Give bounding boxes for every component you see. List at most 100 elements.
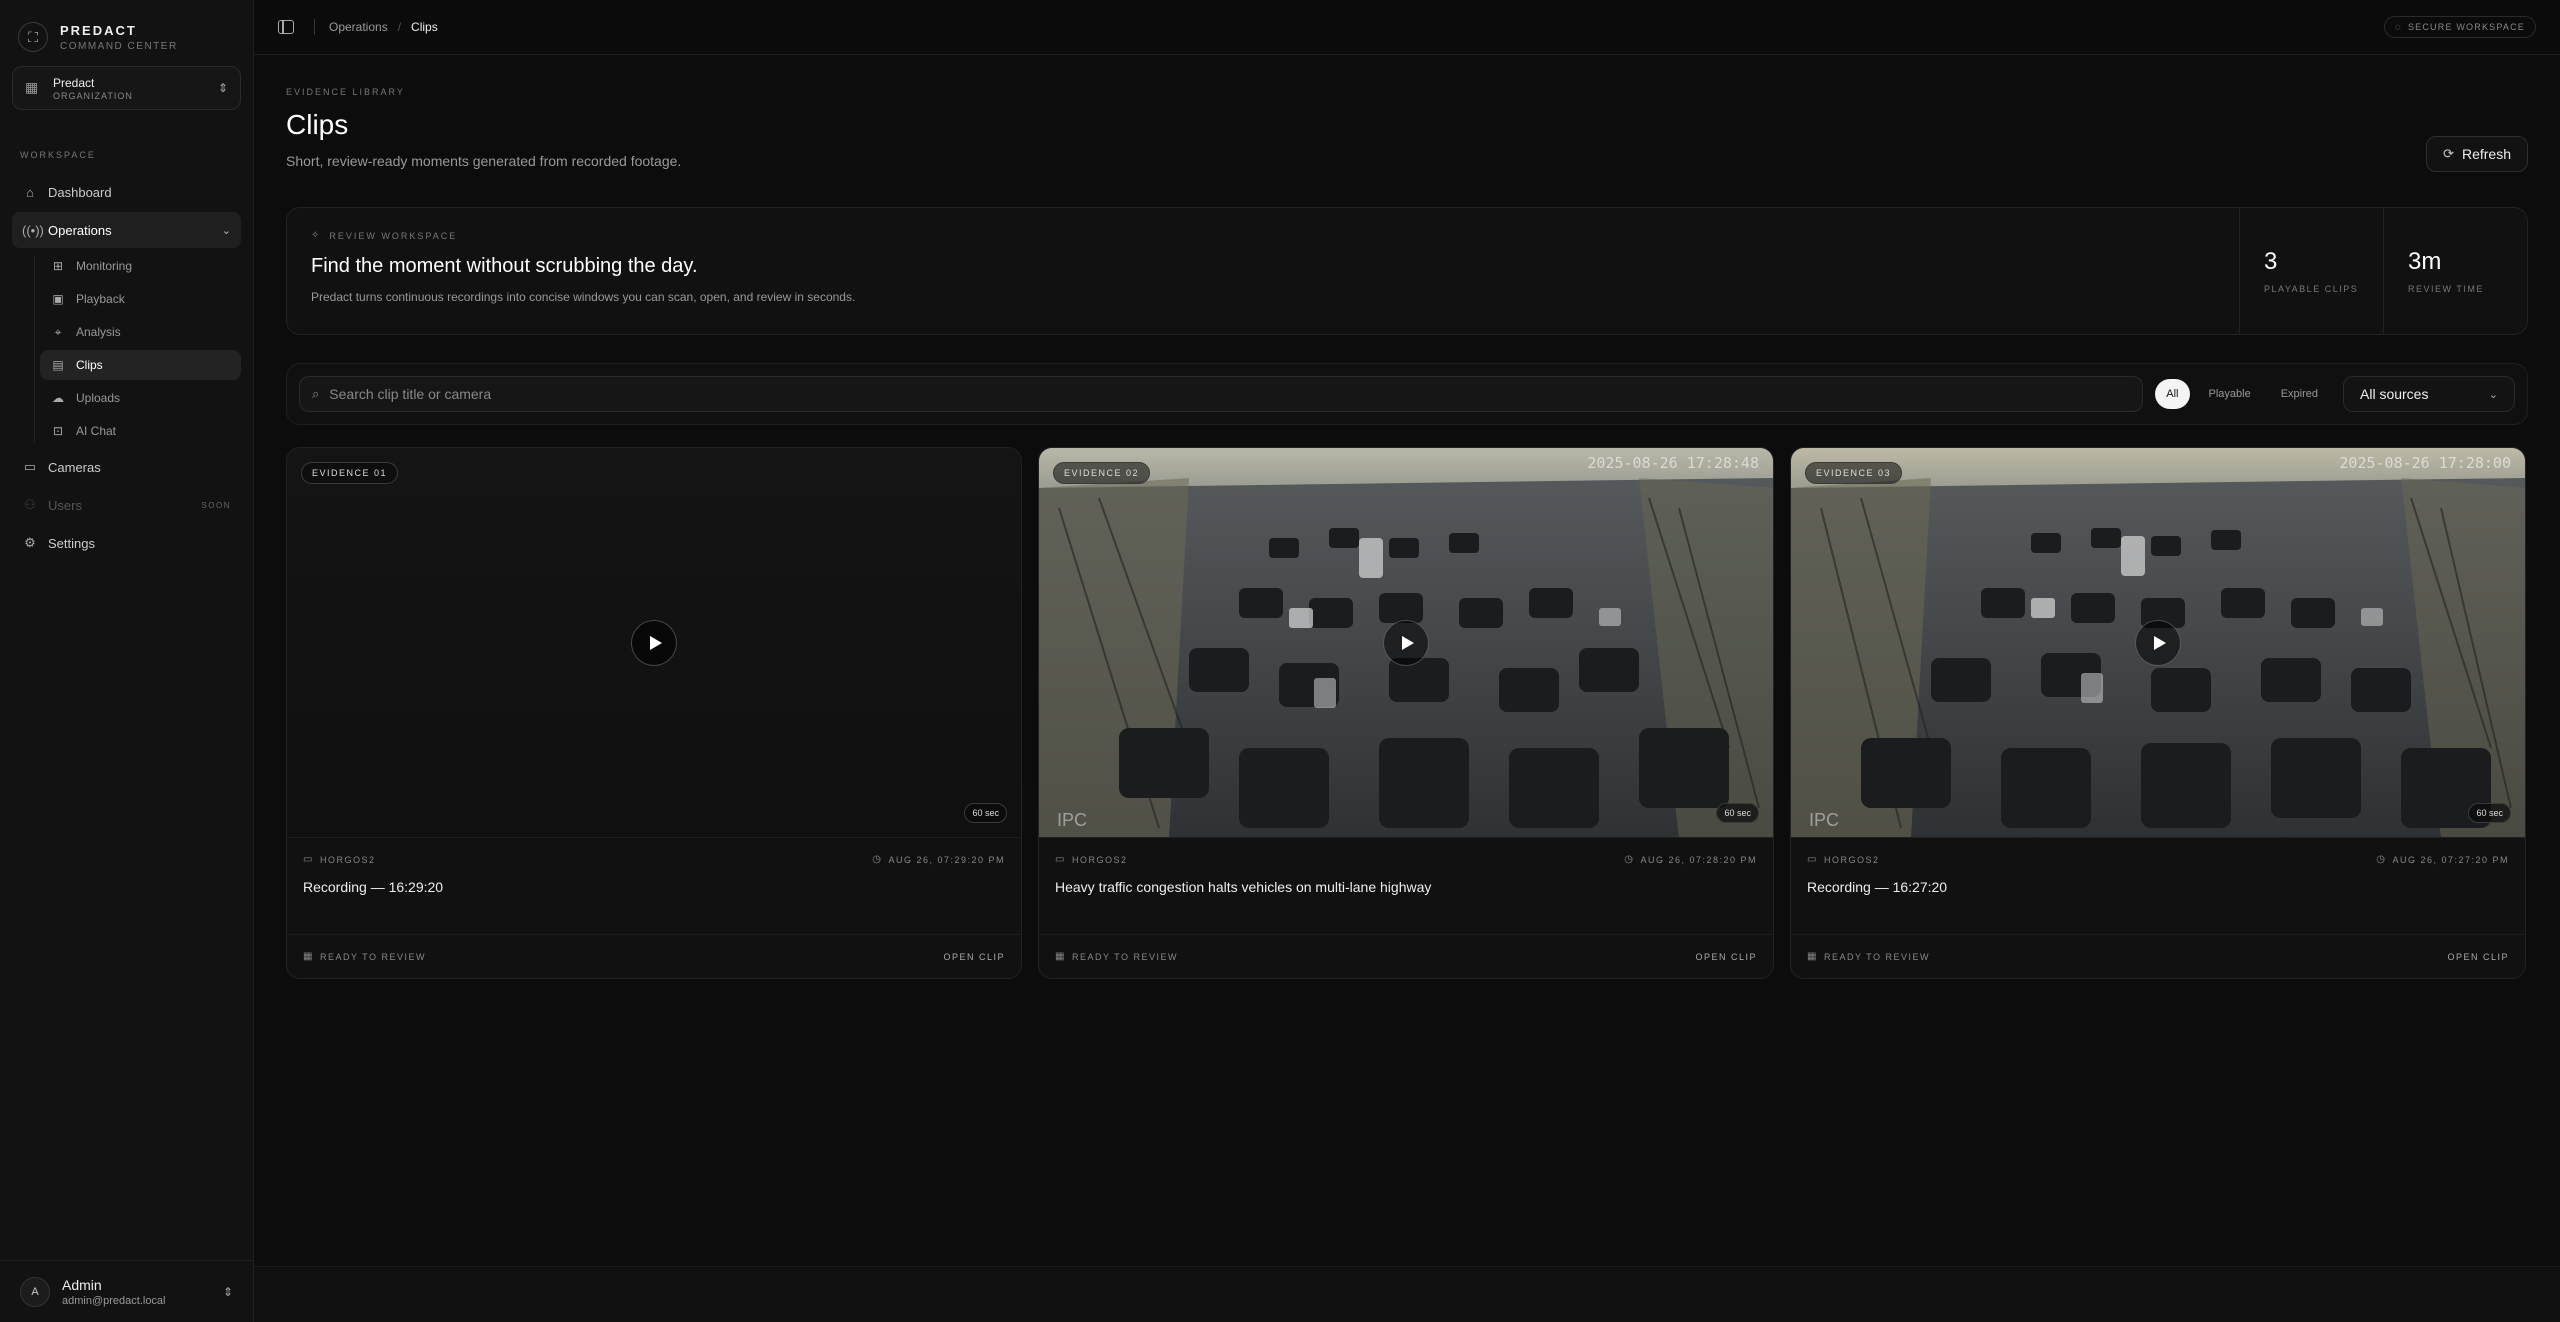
divider xyxy=(314,19,315,35)
page-eyebrow: EVIDENCE LIBRARY xyxy=(286,87,405,97)
refresh-button[interactable]: ⟳ Refresh xyxy=(2426,136,2528,172)
sidebar-item-cameras[interactable]: ▭ Cameras xyxy=(12,449,241,485)
scan-icon: ⌖ xyxy=(54,324,62,339)
user-menu[interactable]: A Admin admin@predact.local ⇕ xyxy=(0,1260,253,1322)
camera-name: HORGOS2 xyxy=(1071,854,1128,865)
tab-all[interactable]: All xyxy=(2155,379,2190,409)
clock-icon: ◷ xyxy=(872,854,883,865)
clock-icon: ◷ xyxy=(1624,854,1635,865)
video-icon: ▭ xyxy=(23,459,37,474)
filter-bar: ⌕ All Playable Expired All sources ⌄ xyxy=(286,363,2528,425)
search-input[interactable] xyxy=(329,386,2131,402)
soon-badge: SOON xyxy=(201,500,231,510)
clips-grid: EVIDENCE 01 60 sec ▭ HORGOS2 ◷ AUG 26, 0… xyxy=(286,447,2528,979)
radio-icon: ((•)) xyxy=(22,222,44,238)
clip-time-text: AUG 26, 07:29:20 PM xyxy=(888,854,1005,865)
clip-time-text: AUG 26, 07:27:20 PM xyxy=(2392,854,2509,865)
clip-title: Recording — 16:27:20 xyxy=(1807,879,1948,895)
brand-subtitle: COMMAND CENTER xyxy=(60,40,178,52)
search-box[interactable]: ⌕ xyxy=(299,376,2144,412)
sidebar-item-clips[interactable]: ▤ Clips xyxy=(40,350,241,380)
tab-playable[interactable]: Playable xyxy=(2198,379,2262,409)
sidebar-item-analysis[interactable]: ⌖ Analysis xyxy=(40,317,241,347)
clip-title: Recording — 16:29:20 xyxy=(303,879,444,895)
home-icon: ⌂ xyxy=(26,184,34,200)
hero-eyebrow: ✧ REVIEW WORKSPACE xyxy=(311,230,2215,241)
hero-title: Find the moment without scrubbing the da… xyxy=(311,255,698,277)
tab-expired[interactable]: Expired xyxy=(2270,379,2329,409)
open-clip-link[interactable]: OPEN CLIP xyxy=(943,952,1005,962)
sparkle-icon: ✧ xyxy=(311,230,322,241)
clip-time-text: AUG 26, 07:28:20 PM xyxy=(1640,854,1757,865)
play-button[interactable] xyxy=(631,619,677,666)
clip-time: ◷ AUG 26, 07:28:20 PM xyxy=(1624,854,1757,865)
sidebar-toggle-icon[interactable] xyxy=(278,20,294,34)
sidebar-item-label: AI Chat xyxy=(76,424,117,438)
clip-time: ◷ AUG 26, 07:29:20 PM xyxy=(872,854,1005,865)
status-filter-tabs: All Playable Expired xyxy=(2155,379,2337,409)
stat-value: 3m xyxy=(2408,248,2442,275)
clip-time: ◷ AUG 26, 07:27:20 PM xyxy=(2376,854,2509,865)
stat-review-time: 3m REVIEW TIME xyxy=(2383,208,2527,334)
duration-badge: 60 sec xyxy=(1716,803,1759,823)
chevrons-up-down-icon: ⇕ xyxy=(222,1284,233,1299)
clip-thumbnail[interactable]: 2025-08-26 17:28:00 EVIDENCE 03 IPC 60 s… xyxy=(1791,448,2525,838)
sidebar-item-label: Uploads xyxy=(76,391,121,405)
topbar: Operations / Clips ◌ SECURE WORKSPACE xyxy=(254,0,2560,55)
main: Operations / Clips ◌ SECURE WORKSPACE EV… xyxy=(254,0,2560,1322)
duration-badge: 60 sec xyxy=(964,803,1007,823)
source-select-value: All sources xyxy=(2360,386,2429,402)
sidebar-item-label: Analysis xyxy=(76,325,121,339)
sidebar-item-settings[interactable]: ⚙ Settings xyxy=(12,525,241,561)
evidence-tag: EVIDENCE 03 xyxy=(1805,462,1903,484)
sidebar-item-label: Dashboard xyxy=(48,184,112,200)
organization-switcher[interactable]: ▦ Predact ORGANIZATION ⇕ xyxy=(12,66,241,110)
brand-logo-icon: ⛶ xyxy=(18,22,48,52)
shield-icon: ◌ xyxy=(2394,21,2402,33)
cloud-upload-icon: ☁ xyxy=(52,391,64,405)
sidebar-item-operations[interactable]: ((•)) Operations ⌄ xyxy=(12,212,241,248)
sidebar-item-uploads[interactable]: ☁ Uploads xyxy=(40,383,241,413)
page-title: Clips xyxy=(286,109,349,140)
evidence-tag: EVIDENCE 02 xyxy=(1053,462,1151,484)
breadcrumb-current: Clips xyxy=(411,20,438,34)
clip-status: ▦ READY TO REVIEW xyxy=(1055,951,1178,962)
clock-icon: ◷ xyxy=(2376,854,2387,865)
clip-icon: ▤ xyxy=(52,358,64,372)
open-clip-link[interactable]: OPEN CLIP xyxy=(2447,952,2509,962)
clip-card[interactable]: 2025-08-26 17:28:48 EVIDENCE 02 IPC 60 s… xyxy=(1038,447,1774,979)
duration-badge: 60 sec xyxy=(2468,803,2511,823)
clip-card[interactable]: EVIDENCE 01 60 sec ▭ HORGOS2 ◷ AUG 26, 0… xyxy=(286,447,1022,979)
content: EVIDENCE LIBRARY Clips Short, review-rea… xyxy=(254,55,2560,1322)
sidebar-item-dashboard[interactable]: ⌂ Dashboard xyxy=(12,174,241,210)
clip-thumbnail[interactable]: 2025-08-26 17:28:48 EVIDENCE 02 IPC 60 s… xyxy=(1039,448,1773,838)
sidebar-item-ai-chat[interactable]: ⊡ AI Chat xyxy=(40,416,241,446)
clip-status: ▦ READY TO REVIEW xyxy=(303,951,426,962)
section-label: WORKSPACE xyxy=(20,150,96,160)
clip-card[interactable]: 2025-08-26 17:28:00 EVIDENCE 03 IPC 60 s… xyxy=(1790,447,2526,979)
sidebar-item-label: Operations xyxy=(48,222,112,238)
camera-watermark: IPC xyxy=(1057,810,1088,830)
sidebar-item-monitoring[interactable]: ⊞ Monitoring xyxy=(40,251,241,281)
brand-name: PREDACT xyxy=(60,22,137,38)
clip-thumbnail[interactable]: EVIDENCE 01 60 sec xyxy=(287,448,1021,838)
brand: ⛶ PREDACT COMMAND CENTER xyxy=(0,0,253,56)
refresh-icon: ⟳ xyxy=(2443,146,2454,161)
chevron-down-icon: ⌄ xyxy=(2488,388,2498,401)
film-icon: ▣ xyxy=(52,292,64,306)
stat-label: PLAYABLE CLIPS xyxy=(2264,284,2359,294)
play-button[interactable] xyxy=(2135,619,2181,666)
chevrons-up-down-icon: ⇕ xyxy=(217,81,228,95)
open-clip-link[interactable]: OPEN CLIP xyxy=(1695,952,1757,962)
camera-name: HORGOS2 xyxy=(319,854,376,865)
users-icon: ⚇ xyxy=(24,497,36,512)
org-type: ORGANIZATION xyxy=(53,90,133,101)
hero-description: Predact turns continuous recordings into… xyxy=(311,290,856,304)
play-button[interactable] xyxy=(1383,619,1429,666)
sidebar-item-label: Settings xyxy=(48,535,95,551)
clip-status-text: READY TO REVIEW xyxy=(1071,951,1178,962)
source-select[interactable]: All sources ⌄ xyxy=(2343,376,2515,412)
breadcrumb-operations[interactable]: Operations xyxy=(329,20,388,34)
stat-label: REVIEW TIME xyxy=(2408,284,2484,294)
sidebar-item-playback[interactable]: ▣ Playback xyxy=(40,284,241,314)
